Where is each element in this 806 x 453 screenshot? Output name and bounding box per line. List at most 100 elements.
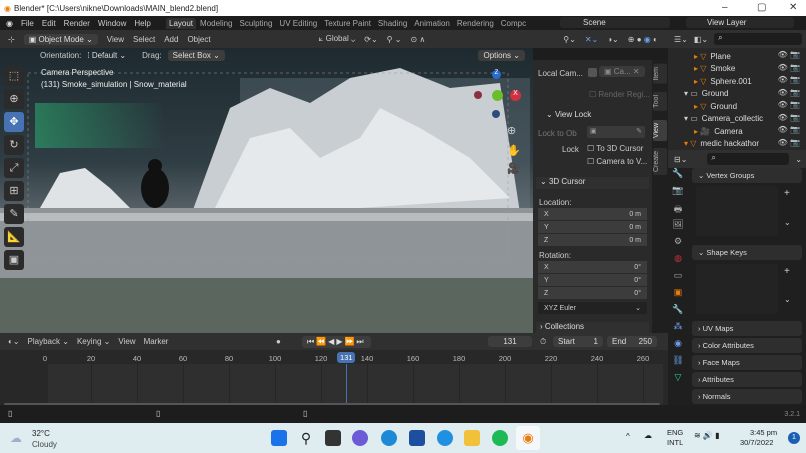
outliner-item[interactable]: ▸ ▽ Smoke xyxy=(694,63,735,75)
outliner-search-input[interactable]: ⌕ xyxy=(714,33,802,45)
cursor-rotation-x[interactable]: X 0° xyxy=(538,261,647,273)
add-menu[interactable]: Add xyxy=(164,35,178,44)
search-icon[interactable]: ⚲ xyxy=(298,430,314,446)
maximize-button[interactable]: ▢ xyxy=(757,2,766,13)
visibility-toggle-icon[interactable]: 👁 📷 xyxy=(778,113,800,122)
pan-hand-icon[interactable]: ✋ xyxy=(507,144,521,157)
keying-menu[interactable]: Keying ⌄ xyxy=(77,337,110,346)
attributes-section[interactable]: › Attributes xyxy=(692,372,802,387)
data-tab-icon[interactable]: ▽ xyxy=(668,372,688,389)
collection-tab-icon[interactable]: ▭ xyxy=(668,270,688,287)
weather-temp[interactable]: 32°C xyxy=(32,429,50,438)
blender-taskbar-icon[interactable]: ◉ xyxy=(516,426,540,450)
playback-menu[interactable]: Playback ⌄ xyxy=(28,337,69,346)
tab-sculpting[interactable]: Sculpting xyxy=(237,18,276,29)
outliner-item[interactable]: ▾ ▽ medic hackathor xyxy=(684,138,759,150)
transform-orientation-dropdown[interactable]: ⟀ Global ⌄ xyxy=(319,34,356,44)
3d-cursor-header[interactable]: ⌄ 3D Cursor xyxy=(536,177,649,189)
options-dropdown[interactable]: Options ⌄ xyxy=(478,49,525,61)
close-button[interactable]: ✕ xyxy=(789,2,797,13)
timeline-editor-icon[interactable]: ◐⌄ xyxy=(8,337,20,346)
playhead-line[interactable] xyxy=(346,364,348,405)
file-explorer-icon[interactable] xyxy=(464,430,480,446)
scene-selector[interactable]: Scene xyxy=(560,17,670,28)
tab-tool[interactable]: Tool xyxy=(653,92,667,111)
timeline-view-menu[interactable]: View xyxy=(118,337,135,346)
language-secondary[interactable]: INTL xyxy=(667,438,683,447)
physics-tab-icon[interactable]: ◉ xyxy=(668,338,688,355)
frame-range-area[interactable] xyxy=(48,364,663,404)
rotate-tool-icon[interactable]: ↻ xyxy=(4,135,24,155)
world-tab-icon[interactable]: ◍ xyxy=(668,253,688,270)
modifier-tab-icon[interactable]: 🔧 xyxy=(668,304,688,321)
shape-keys-list[interactable] xyxy=(696,264,778,314)
visibility-toggle-icon[interactable]: 👁 📷 xyxy=(778,88,800,97)
camera-field[interactable]: ▣ Ca... ✕ xyxy=(599,66,645,77)
properties-search-input[interactable]: ⌕ xyxy=(707,153,790,165)
outliner-editor-icon[interactable]: ☰⌄ xyxy=(674,35,688,44)
collections-header[interactable]: › Collections xyxy=(536,322,649,333)
cursor-location-y[interactable]: Y0 m xyxy=(538,221,647,233)
constraints-tab-icon[interactable]: ⛓ xyxy=(668,355,688,372)
tab-item[interactable]: Item xyxy=(653,64,667,84)
move-tool-icon[interactable]: ✥ xyxy=(4,112,24,132)
to-3d-cursor-checkbox[interactable]: ☐ To 3D Cursor xyxy=(587,144,643,153)
start-frame-field[interactable]: Start 1 xyxy=(553,336,603,347)
cursor-rotation-y[interactable]: Y 0° xyxy=(538,274,647,286)
pivot-icon[interactable]: ⟳⌄ xyxy=(364,35,377,44)
outliner-item[interactable]: ▸ 🎥 Camera xyxy=(694,125,743,137)
tab-compositing[interactable]: Compc xyxy=(498,18,529,29)
shape-keys-section[interactable]: ⌄ Shape Keys xyxy=(692,245,802,260)
weather-condition[interactable]: Cloudy xyxy=(32,440,57,449)
tab-shading[interactable]: Shading xyxy=(375,18,410,29)
outliner-item[interactable]: ▸ ▽ Ground xyxy=(694,100,737,112)
zoom-icon[interactable]: ⊕ xyxy=(507,124,516,137)
tab-layout[interactable]: Layout xyxy=(166,17,197,29)
tab-view[interactable]: View xyxy=(653,120,667,142)
tab-create[interactable]: Create xyxy=(653,148,667,176)
tab-animation[interactable]: Animation xyxy=(411,18,453,29)
snap-icon[interactable]: ⚲ ⌄ xyxy=(387,35,402,44)
start-icon[interactable] xyxy=(271,430,287,446)
spotify-icon[interactable] xyxy=(492,430,508,446)
annotate-tool-icon[interactable]: ✎ xyxy=(4,204,24,224)
menu-file[interactable]: File xyxy=(21,19,34,28)
rotation-mode-dropdown[interactable]: XYZ Euler ⌄ xyxy=(538,302,647,314)
vertex-group-menu-button[interactable]: ⌄ xyxy=(784,218,791,227)
face-maps-section[interactable]: › Face Maps xyxy=(692,355,802,370)
vertex-groups-section[interactable]: ⌄ Vertex Groups xyxy=(692,168,802,183)
add-cube-tool-icon[interactable]: ▣ xyxy=(4,250,24,270)
stopwatch-icon[interactable]: ⏱ xyxy=(540,337,546,347)
drag-dropdown[interactable]: Select Box ⌄ xyxy=(167,49,225,61)
tab-rendering[interactable]: Rendering xyxy=(454,18,497,29)
vertex-groups-list[interactable] xyxy=(696,186,778,236)
visibility-toggle-icon[interactable]: 👁 📷 xyxy=(778,100,800,109)
add-vertex-group-button[interactable]: + xyxy=(784,188,790,199)
blender-menu-icon[interactable]: ◉ xyxy=(6,19,13,28)
color-attributes-section[interactable]: › Color Attributes xyxy=(692,338,802,353)
task-view-icon[interactable] xyxy=(325,430,341,446)
cursor-tool-icon[interactable]: ⊕ xyxy=(4,89,24,109)
marker-menu[interactable]: Marker xyxy=(144,337,169,346)
lock-object-field[interactable]: ▣ ✎ xyxy=(587,126,645,138)
proportional-edit-icon[interactable]: ⊙ ∧ xyxy=(410,35,425,44)
3d-viewport[interactable]: Camera Perspective (131) Smoke_simulatio… xyxy=(0,48,533,333)
playhead-frame-label[interactable]: 131 xyxy=(337,352,356,363)
edge-icon[interactable] xyxy=(381,430,397,446)
visibility-toggle-icon[interactable]: 👁 📷 xyxy=(778,75,800,84)
current-frame-field[interactable]: 131 xyxy=(488,336,532,347)
mode-dropdown[interactable]: ▣ Object Mode ⌄ xyxy=(23,33,98,45)
outliner-item[interactable]: ▾ ▭ Ground xyxy=(684,88,728,100)
visibility-toggle-icon[interactable]: 👁 📷 xyxy=(778,138,800,147)
add-shape-key-button[interactable]: + xyxy=(784,266,790,277)
outliner-item[interactable]: ▸ ▽ Sphere.001 xyxy=(694,75,752,87)
store-icon[interactable] xyxy=(409,430,425,446)
select-menu[interactable]: Select xyxy=(133,35,155,44)
show-hidden-icons[interactable]: ^ xyxy=(626,432,630,441)
properties-editor-icon[interactable]: ⊟⌄ xyxy=(674,155,687,164)
visibility-toggle-icon[interactable]: 👁 📷 xyxy=(778,125,800,134)
outliner-item[interactable]: ▸ ▽ Plane xyxy=(694,50,731,62)
tab-texture-paint[interactable]: Texture Paint xyxy=(321,18,374,29)
menu-help[interactable]: Help xyxy=(134,19,150,28)
playback-controls[interactable]: ⏮⏪◀▶⏩⏭ xyxy=(302,335,371,348)
